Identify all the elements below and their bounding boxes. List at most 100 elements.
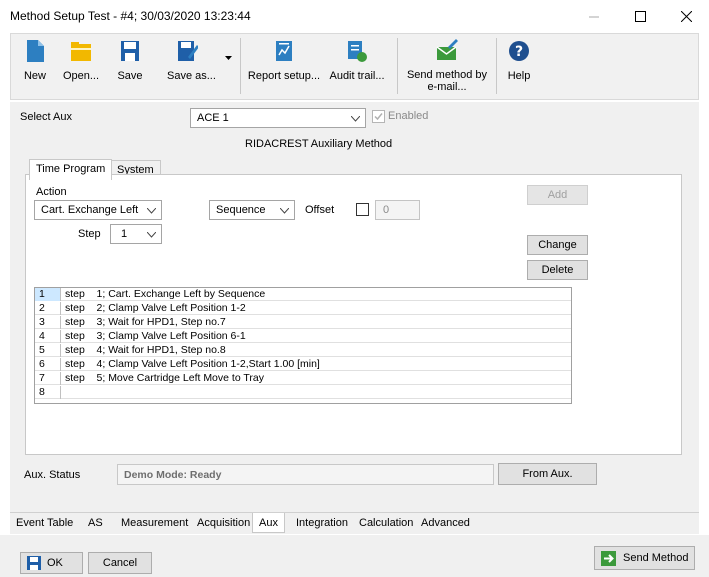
- step-row-number: 3: [35, 316, 61, 329]
- step-row-text: step 4; Wait for HPD1, Step no.8: [65, 344, 226, 356]
- step-select[interactable]: 1: [110, 224, 162, 244]
- bottom-tab-event-table[interactable]: Event Table: [16, 517, 73, 529]
- tab-time-program[interactable]: Time Program: [29, 159, 113, 180]
- window-title: Method Setup Test - #4; 30/03/2020 13:23…: [10, 9, 251, 23]
- minimize-button[interactable]: [571, 0, 617, 33]
- step-select-value: 1: [121, 228, 128, 240]
- offset-checkbox[interactable]: [356, 203, 369, 216]
- audit-trail-button[interactable]: Audit trail...: [327, 34, 387, 99]
- change-button[interactable]: Change: [527, 235, 588, 255]
- ok-label: OK: [47, 557, 63, 569]
- step-row-number: 8: [35, 386, 61, 399]
- chevron-down-icon: [147, 232, 156, 238]
- send-arrow-icon: [601, 551, 616, 566]
- action-label: Action: [36, 186, 67, 198]
- new-button[interactable]: New: [21, 34, 49, 99]
- add-button[interactable]: Add: [527, 185, 588, 205]
- bottom-tab-calculation[interactable]: Calculation: [359, 517, 413, 529]
- bottom-tab-bar: Event Table AS Measurement Acquisition Aux In…: [10, 512, 699, 534]
- title-bar: Method Setup Test - #4; 30/03/2020 13:23…: [0, 0, 709, 33]
- bottom-tab-measurement[interactable]: Measurement: [121, 517, 188, 529]
- send-method-button[interactable]: Send Method: [594, 546, 695, 570]
- cancel-button[interactable]: Cancel: [88, 552, 152, 574]
- action-select-value: Cart. Exchange Left: [41, 204, 139, 216]
- chevron-down-icon: [147, 208, 156, 214]
- step-list-row[interactable]: 8: [35, 386, 571, 399]
- ok-button[interactable]: OK: [20, 552, 83, 574]
- maximize-icon: [634, 11, 646, 22]
- step-list[interactable]: 1 step 1; Cart. Exchange Left by Sequence…: [34, 287, 572, 404]
- step-row-text: step 1; Cart. Exchange Left by Sequence: [65, 288, 266, 300]
- toolbar-separator: [496, 38, 497, 94]
- open-folder-icon: [71, 42, 91, 61]
- chevron-down-icon: [280, 208, 289, 214]
- toolbar-separator: [240, 38, 241, 94]
- trigger-select-value: Sequence: [216, 204, 266, 216]
- step-list-row[interactable]: 7 step 5; Move Cartridge Left Move to Tra…: [35, 372, 571, 385]
- help-button[interactable]: ? Help: [504, 34, 534, 99]
- action-select[interactable]: Cart. Exchange Left: [34, 200, 162, 220]
- step-row-text: step 3; Clamp Valve Left Position 6-1: [65, 330, 246, 342]
- save-icon: [121, 41, 139, 61]
- enabled-label: Enabled: [388, 110, 429, 122]
- step-row-number: 5: [35, 344, 61, 357]
- step-row-text: step 2; Clamp Valve Left Position 1-2: [65, 302, 246, 314]
- bottom-tab-as[interactable]: AS: [88, 517, 103, 529]
- footer: OK Cancel Send Method: [0, 535, 709, 577]
- step-list-row[interactable]: 4 step 3; Clamp Valve Left Position 6-1: [35, 330, 571, 343]
- step-label: Step: [78, 228, 101, 240]
- step-row-text: step 3; Wait for HPD1, Step no.7: [65, 316, 226, 328]
- save-button[interactable]: Save: [114, 34, 146, 99]
- step-list-row[interactable]: 3 step 3; Wait for HPD1, Step no.7: [35, 316, 571, 329]
- send-email-label-2: e-mail...: [427, 81, 467, 93]
- select-aux-label: Select Aux: [20, 111, 72, 123]
- enabled-checkbox[interactable]: [372, 110, 385, 123]
- bottom-tab-acquisition[interactable]: Acquisition: [197, 517, 250, 529]
- report-setup-button[interactable]: Report setup...: [246, 34, 322, 99]
- step-row-text: step 5; Move Cartridge Left Move to Tray: [65, 372, 265, 384]
- help-icon: ?: [509, 41, 529, 61]
- from-aux-button[interactable]: From Aux.: [498, 463, 597, 485]
- offset-input[interactable]: 0: [375, 200, 420, 220]
- step-list-row[interactable]: 1 step 1; Cart. Exchange Left by Sequence: [35, 288, 571, 301]
- method-title: RIDACREST Auxiliary Method: [245, 138, 393, 150]
- maximize-button[interactable]: [617, 0, 663, 33]
- save-icon: [27, 556, 41, 570]
- trigger-select[interactable]: Sequence: [209, 200, 295, 220]
- aux-status-value: Demo Mode: Ready: [117, 464, 494, 485]
- step-row-number: 1: [35, 288, 61, 301]
- email-icon: [436, 39, 458, 60]
- step-row-number: 6: [35, 358, 61, 371]
- aux-status-label: Aux. Status: [24, 469, 81, 481]
- save-as-icon: [178, 41, 198, 61]
- bottom-tab-integration[interactable]: Integration: [296, 517, 348, 529]
- save-as-dropdown-icon[interactable]: [225, 56, 232, 60]
- send-method-email-button[interactable]: Send method by e-mail...: [403, 34, 491, 99]
- step-row-number: 7: [35, 372, 61, 385]
- toolbar: New Open... Save Save as... Report setup…: [10, 33, 699, 100]
- step-row-number: 2: [35, 302, 61, 315]
- close-button[interactable]: [663, 0, 709, 33]
- send-method-label: Send Method: [623, 552, 689, 564]
- bottom-tab-advanced[interactable]: Advanced: [421, 517, 470, 529]
- minimize-icon: [589, 16, 599, 17]
- audit-trail-icon: [348, 41, 367, 62]
- send-email-label-1: Send method by: [406, 69, 488, 81]
- new-document-icon: [27, 40, 44, 62]
- open-button[interactable]: Open...: [61, 34, 101, 99]
- save-as-button[interactable]: Save as...: [157, 34, 217, 99]
- delete-button[interactable]: Delete: [527, 260, 588, 280]
- offset-label: Offset: [305, 204, 335, 216]
- aux-select[interactable]: ACE 1: [190, 108, 366, 128]
- chevron-down-icon: [351, 116, 360, 122]
- aux-select-value: ACE 1: [197, 112, 229, 124]
- step-list-row[interactable]: 2 step 2; Clamp Valve Left Position 1-2: [35, 302, 571, 315]
- step-list-row[interactable]: 6 step 4; Clamp Valve Left Position 1-2,S…: [35, 358, 571, 371]
- step-row-text: step 4; Clamp Valve Left Position 1-2,St…: [65, 358, 320, 370]
- report-icon: [276, 41, 292, 61]
- toolbar-separator: [397, 38, 398, 94]
- step-list-row[interactable]: 5 step 4; Wait for HPD1, Step no.8: [35, 344, 571, 357]
- check-icon: [374, 113, 383, 121]
- bottom-tab-aux[interactable]: Aux: [252, 513, 285, 533]
- close-icon: [680, 11, 692, 22]
